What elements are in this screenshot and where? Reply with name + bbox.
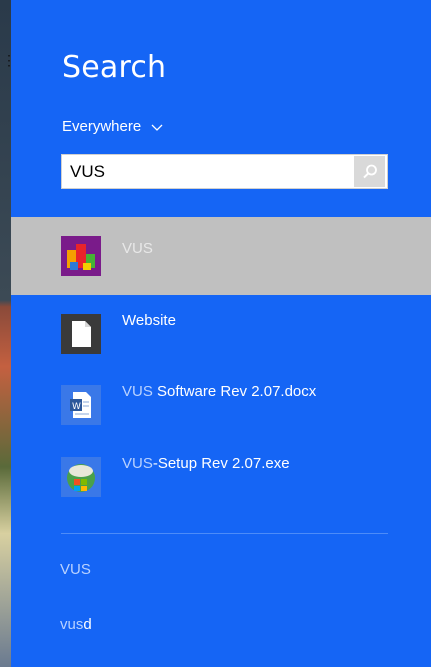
result-label: Website (122, 312, 176, 329)
result-item-vus-app[interactable]: VUS (11, 217, 431, 295)
search-charm-panel: Search Everywhere VUS VUS Website W VUS … (11, 0, 431, 667)
result-item-docx[interactable]: W VUS Software Rev 2.07.docx (11, 372, 431, 438)
result-item-website[interactable]: Website (11, 301, 431, 367)
result-label: VUS Software Rev 2.07.docx (122, 383, 317, 400)
search-input[interactable] (62, 155, 354, 188)
suggestion-item[interactable]: VUS (60, 561, 91, 578)
suggestion-item[interactable]: vusd (60, 616, 92, 633)
word-document-icon: W (61, 385, 101, 425)
search-scope-dropdown[interactable]: Everywhere (62, 118, 163, 135)
result-item-exe[interactable]: VUS-Setup Rev 2.07.exe (11, 444, 431, 510)
search-title: Search (62, 50, 167, 85)
search-scope-label: Everywhere (62, 118, 142, 135)
desktop-marker: ⋮ (2, 52, 16, 68)
svg-text:W: W (72, 402, 81, 412)
results-divider (61, 533, 388, 534)
blank-file-icon (61, 314, 101, 354)
search-button[interactable] (354, 156, 385, 187)
result-label: VUS (122, 240, 153, 257)
setup-installer-icon (61, 457, 101, 497)
chevron-down-icon (151, 124, 163, 131)
search-icon (362, 164, 377, 178)
result-label: VUS-Setup Rev 2.07.exe (122, 455, 290, 472)
vus-app-icon (61, 236, 101, 276)
background-desktop-edge: ⋮ (0, 0, 16, 667)
search-box (61, 154, 388, 189)
